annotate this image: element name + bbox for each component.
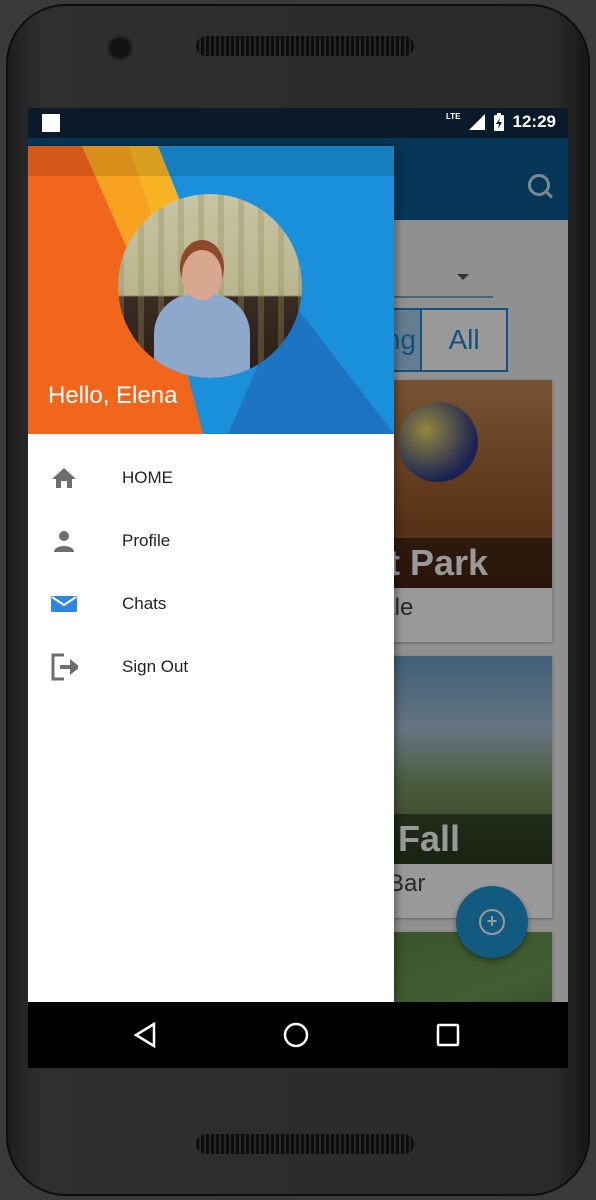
drawer-item-home[interactable]: HOME (28, 446, 394, 509)
navigation-drawer: Hello, Elena HOME Profile Chats Sign Out (28, 146, 394, 1002)
person-icon (50, 527, 78, 555)
home-circle-icon (283, 1022, 309, 1048)
drawer-item-profile[interactable]: Profile (28, 509, 394, 572)
drawer-header: Hello, Elena (28, 146, 394, 434)
screen: LTE 12:29 ng All at Park attle e Fall d … (28, 108, 568, 1068)
back-icon (133, 1022, 156, 1048)
drawer-item-label: Sign Out (122, 656, 189, 676)
network-type: LTE (446, 111, 461, 121)
recents-icon (436, 1023, 460, 1047)
bottom-speaker (196, 1134, 414, 1154)
battery-icon (493, 113, 504, 131)
drawer-menu: HOME Profile Chats Sign Out (28, 434, 394, 698)
system-nav-bar (28, 1002, 568, 1068)
top-speaker (196, 36, 414, 56)
signal-icon (468, 114, 485, 130)
home-icon (50, 464, 78, 492)
drawer-item-label: Chats (122, 593, 167, 613)
drawer-item-label: Profile (122, 530, 171, 550)
avatar[interactable] (118, 194, 302, 378)
drawer-item-sign-out[interactable]: Sign Out (28, 635, 394, 698)
mail-icon (50, 590, 78, 618)
status-bar: LTE 12:29 (28, 108, 568, 138)
home-button[interactable] (279, 1018, 313, 1052)
exit-icon (50, 653, 78, 681)
recents-button[interactable] (431, 1018, 465, 1052)
notification-icon (42, 114, 60, 132)
greeting: Hello, Elena (48, 382, 178, 409)
drawer-item-label: HOME (122, 467, 173, 487)
front-camera (110, 38, 130, 58)
drawer-item-chats[interactable]: Chats (28, 572, 394, 635)
clock: 12:29 (512, 112, 556, 131)
back-button[interactable] (128, 1018, 162, 1052)
